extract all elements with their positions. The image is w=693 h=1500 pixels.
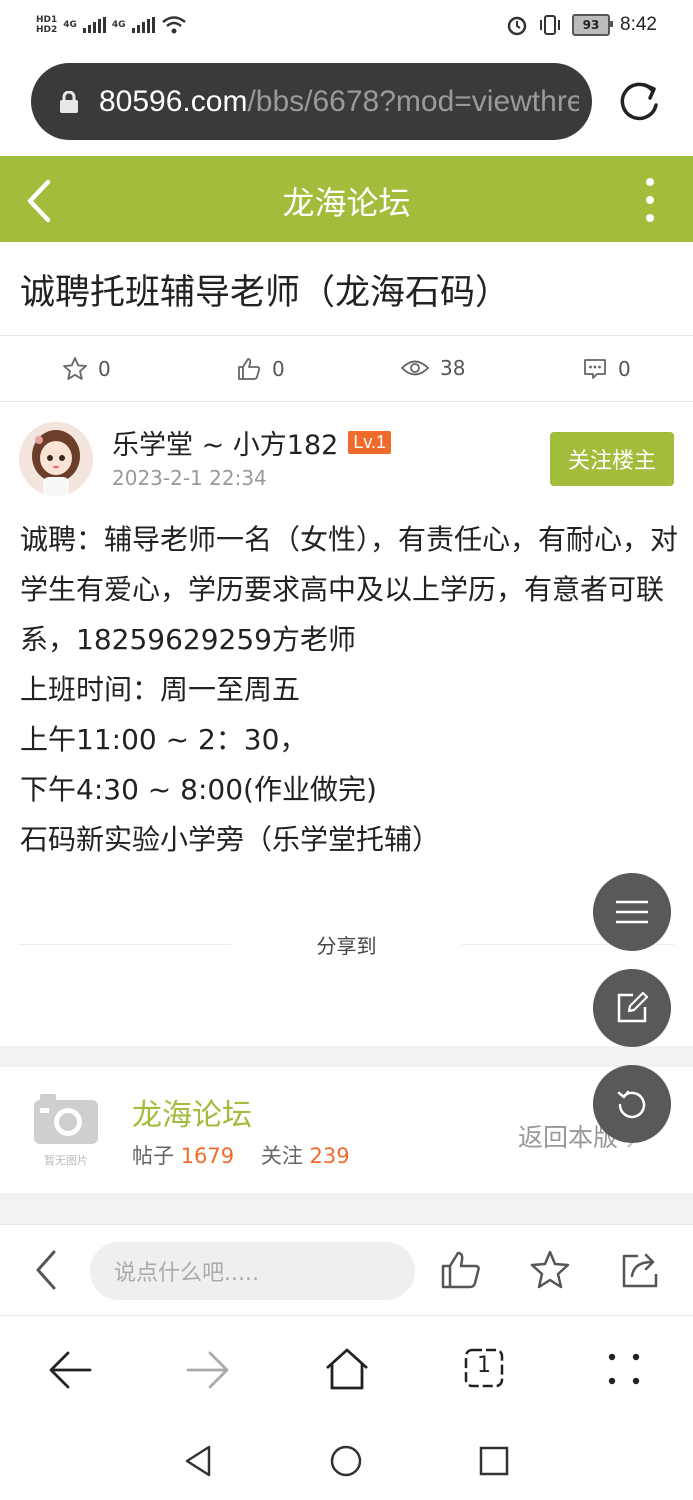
alarm-icon bbox=[507, 16, 527, 36]
system-home-icon[interactable] bbox=[330, 1445, 362, 1477]
menu-fab[interactable] bbox=[593, 873, 671, 951]
status-right: 93 8:42 bbox=[506, 10, 657, 40]
follow-author-button[interactable]: 关注楼主 bbox=[550, 432, 674, 486]
refresh-fab[interactable] bbox=[593, 1065, 671, 1143]
forum-name[interactable]: 龙海论坛 bbox=[132, 1090, 252, 1134]
post-time: 2023-2-1 22:34 bbox=[112, 466, 267, 490]
avatar[interactable] bbox=[19, 422, 93, 496]
share-icon[interactable] bbox=[620, 1250, 662, 1290]
system-recents-icon[interactable] bbox=[479, 1446, 509, 1476]
forum-header: 龙海论坛 bbox=[0, 156, 693, 242]
content-paragraph: 上午11:00 ~ 2：30， bbox=[20, 723, 308, 756]
edit-fab[interactable] bbox=[593, 969, 671, 1047]
back-icon[interactable] bbox=[30, 1248, 60, 1292]
reload-icon[interactable] bbox=[612, 76, 666, 130]
refresh-icon bbox=[617, 1090, 646, 1119]
vibrate-icon bbox=[540, 15, 561, 35]
browser-menu-icon[interactable] bbox=[606, 1352, 642, 1386]
favorite-count: 0 bbox=[98, 357, 111, 381]
header-title: 龙海论坛 bbox=[282, 184, 411, 222]
post-content: 诚聘：辅导老师一名（女性），有责任心，有耐心，对学生有爱心，学历要求高中及以上学… bbox=[20, 515, 680, 865]
url-path: /bbs/6678?mod=viewthread bbox=[247, 84, 579, 118]
post-stats: 0 0 38 0 bbox=[0, 338, 693, 400]
sim2-label: HD2 bbox=[36, 25, 58, 35]
posts-count: 1679 bbox=[180, 1144, 235, 1168]
like-count: 0 bbox=[272, 357, 285, 381]
url-domain: 80596.com bbox=[99, 84, 248, 118]
menu-icon bbox=[616, 900, 648, 924]
sim-indicator: HD1 HD2 bbox=[36, 15, 57, 35]
star-icon[interactable] bbox=[529, 1249, 571, 1291]
signal2-icon bbox=[131, 17, 155, 33]
view-count: 38 bbox=[440, 356, 466, 380]
more-menu-icon[interactable] bbox=[640, 178, 660, 222]
like-icon[interactable] bbox=[440, 1250, 482, 1290]
clock: 8:42 bbox=[620, 14, 657, 35]
wifi-icon bbox=[161, 16, 186, 34]
content-paragraph: 下午4:30 ~ 8:00(作业做完) bbox=[20, 773, 377, 806]
level-badge: Lv.1 bbox=[348, 431, 392, 454]
comment-input[interactable]: 说点什么吧..... bbox=[90, 1242, 415, 1300]
lock-icon bbox=[59, 90, 79, 113]
post-title: 诚聘托班辅导老师（龙海石码） bbox=[20, 273, 511, 313]
system-back-icon[interactable] bbox=[184, 1444, 212, 1478]
favorite-stat[interactable]: 0 bbox=[62, 356, 111, 382]
comment-stat[interactable]: 0 bbox=[582, 356, 631, 382]
status-bar: HD1 HD2 4G 4G 93 8:42 bbox=[0, 0, 693, 50]
comment-count: 0 bbox=[618, 357, 631, 381]
divider bbox=[0, 401, 693, 402]
network2-label: 4G bbox=[111, 20, 126, 30]
forum-stats: 帖子 1679 关注 239 bbox=[132, 1140, 350, 1170]
star-icon bbox=[63, 357, 87, 380]
browser-forward-icon[interactable] bbox=[186, 1350, 230, 1390]
battery-icon: 93 bbox=[572, 14, 614, 36]
share-label: 分享到 bbox=[316, 934, 377, 958]
view-stat: 38 bbox=[400, 356, 465, 380]
sim1-label: HD1 bbox=[36, 15, 58, 25]
browser-back-icon[interactable] bbox=[48, 1350, 92, 1390]
content-paragraph: 诚聘：辅导老师一名（女性），有责任心，有耐心，对学生有爱心，学历要求高中及以上学… bbox=[20, 523, 679, 656]
comment-icon bbox=[584, 359, 606, 379]
content-paragraph: 上班时间：周一至周五 bbox=[20, 673, 301, 706]
url-text[interactable]: 80596.com/bbs/6678?mod=viewthread bbox=[99, 85, 579, 119]
author-name[interactable]: 乐学堂 ~ 小方182 bbox=[112, 423, 338, 462]
thumbs-up-icon bbox=[238, 358, 261, 380]
status-left: HD1 HD2 4G 4G bbox=[36, 10, 187, 40]
edit-icon bbox=[617, 991, 649, 1023]
eye-icon bbox=[400, 360, 430, 376]
tab-count: 1 bbox=[477, 1353, 491, 1378]
no-image-placeholder: 暂无图片 bbox=[30, 1090, 102, 1167]
home-icon[interactable] bbox=[324, 1346, 370, 1392]
like-stat[interactable]: 0 bbox=[236, 356, 285, 382]
content-paragraph: 石码新实验小学旁（乐学堂托辅） bbox=[20, 823, 441, 856]
divider bbox=[0, 335, 693, 336]
back-icon[interactable] bbox=[22, 178, 58, 224]
follow-count: 239 bbox=[309, 1144, 350, 1168]
signal1-icon bbox=[82, 17, 106, 33]
author-info: 乐学堂 ~ 小方182 Lv.1 bbox=[112, 423, 392, 462]
section-gap bbox=[0, 1193, 693, 1224]
no-image-label: 暂无图片 bbox=[44, 1154, 88, 1167]
network1-label: 4G bbox=[63, 20, 77, 30]
tabs-button[interactable]: 1 bbox=[464, 1348, 504, 1388]
section-gap bbox=[0, 1046, 693, 1067]
camera-icon bbox=[34, 1094, 98, 1144]
posts-label: 帖子 bbox=[132, 1144, 174, 1168]
address-bar[interactable]: 80596.com/bbs/6678?mod=viewthread bbox=[31, 63, 592, 140]
follow-label: 关注 bbox=[260, 1144, 303, 1168]
